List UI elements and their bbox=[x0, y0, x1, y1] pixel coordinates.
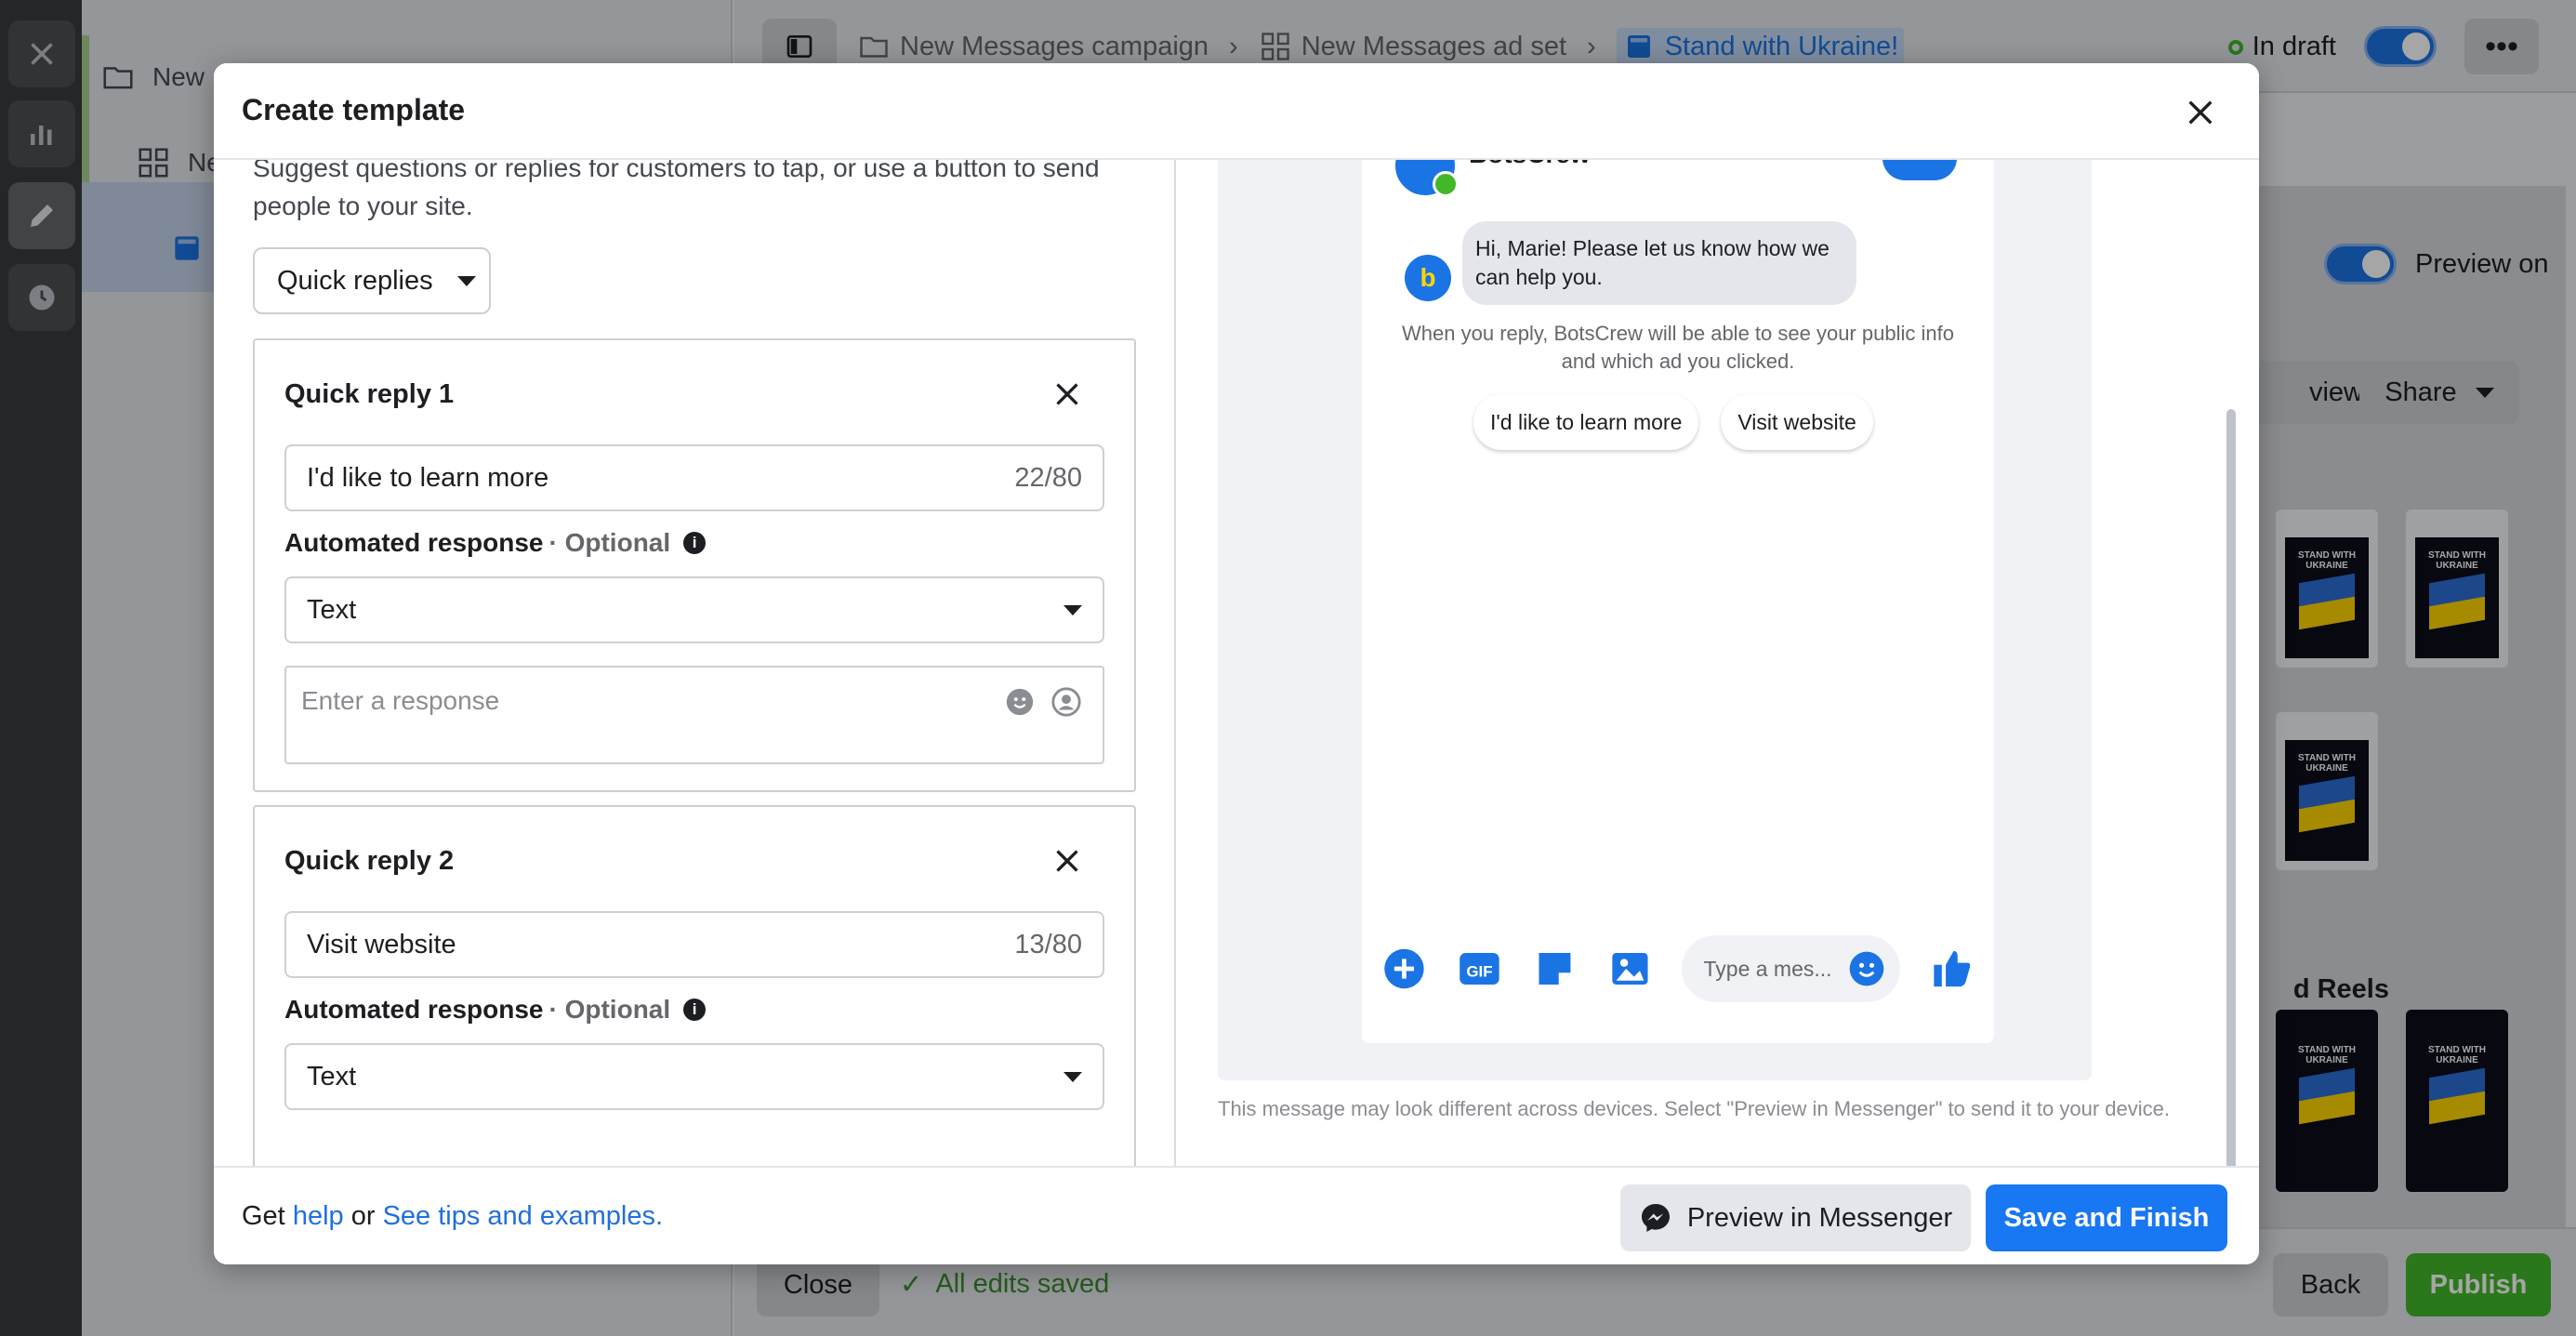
photo-icon[interactable] bbox=[1606, 945, 1654, 993]
help-or: or bbox=[350, 1201, 376, 1231]
optional-tag: · Optional bbox=[548, 995, 671, 1024]
help-prefix: Get bbox=[242, 1201, 285, 1231]
quick-reply-card: Quick reply 2 Visit website 13/80 Automa… bbox=[253, 805, 1136, 1196]
response-type-select[interactable]: Text bbox=[284, 1043, 1104, 1110]
help-link[interactable]: help bbox=[293, 1201, 344, 1231]
response-placeholder: Enter a response bbox=[301, 686, 500, 715]
remove-quick-reply-button[interactable] bbox=[1050, 844, 1084, 878]
message-bubble: Hi, Marie! Please let us know how we can… bbox=[1462, 221, 1856, 305]
response-type-select[interactable]: Text bbox=[284, 576, 1104, 643]
sticker-icon[interactable] bbox=[1531, 945, 1579, 993]
preview-in-messenger-label: Preview in Messenger bbox=[1686, 1202, 1953, 1233]
automated-response-label: Automated response · Optional i bbox=[284, 995, 707, 1025]
phone-preview-background: BotsCrew b Hi, Marie! Please let us know… bbox=[1218, 132, 2092, 1080]
create-template-dialog: Create template Suggest questions or rep… bbox=[214, 63, 2259, 1264]
device-note: This message may look different across d… bbox=[1218, 1097, 2171, 1120]
quick-reply-value: Visit website bbox=[307, 929, 456, 959]
quick-reply-title: Quick reply 2 bbox=[284, 846, 455, 876]
response-textarea[interactable]: Enter a response bbox=[284, 666, 1104, 764]
dialog-title: Create template bbox=[242, 93, 466, 126]
character-counter: 22/80 bbox=[1014, 462, 1082, 493]
reply-type-label: Quick replies bbox=[277, 265, 433, 296]
quick-reply-text-input[interactable]: I'd like to learn more 22/80 bbox=[284, 444, 1104, 511]
emoji-icon[interactable] bbox=[1846, 948, 1887, 989]
messenger-preview-panel: BotsCrew b Hi, Marie! Please let us know… bbox=[1176, 132, 2259, 1229]
plus-icon[interactable] bbox=[1380, 945, 1428, 993]
preview-scrollbar[interactable] bbox=[2226, 409, 2236, 1220]
save-and-finish-button[interactable]: Save and Finish bbox=[1986, 1184, 2227, 1251]
quick-reply-text-input[interactable]: Visit website 13/80 bbox=[284, 911, 1104, 978]
response-type-value: Text bbox=[307, 594, 357, 625]
thumbs-up-icon[interactable] bbox=[1928, 945, 1975, 993]
dialog-close-button[interactable] bbox=[2177, 89, 2224, 136]
optional-tag: · Optional bbox=[548, 528, 671, 557]
close-icon bbox=[2188, 100, 2213, 125]
gif-icon[interactable]: GIF bbox=[1456, 945, 1503, 993]
privacy-disclaimer: When you reply, BotsCrew will be able to… bbox=[1402, 322, 1954, 373]
message-input[interactable]: Type a mes... bbox=[1681, 935, 1901, 1002]
message-input-placeholder: Type a mes... bbox=[1703, 956, 1832, 981]
reply-type-dropdown[interactable]: Quick replies bbox=[253, 247, 491, 314]
quick-reply-value: I'd like to learn more bbox=[307, 462, 549, 493]
character-counter: 13/80 bbox=[1014, 929, 1082, 959]
dialog-footer: Get help or See tips and examples. Previ… bbox=[214, 1166, 2259, 1264]
quick-reply-card: Quick reply 1 I'd like to learn more 22/… bbox=[253, 338, 1136, 792]
remove-quick-reply-button[interactable] bbox=[1050, 377, 1084, 411]
preview-in-messenger-button[interactable]: Preview in Messenger bbox=[1620, 1184, 1971, 1251]
template-form: Suggest questions or replies for custome… bbox=[214, 160, 1176, 1229]
personalization-icon[interactable] bbox=[1050, 686, 1082, 718]
chevron-down-icon bbox=[1063, 604, 1082, 615]
save-and-finish-label: Save and Finish bbox=[2003, 1202, 2210, 1233]
sender-avatar: b bbox=[1405, 255, 1451, 301]
info-icon[interactable]: i bbox=[683, 532, 707, 554]
chevron-down-icon bbox=[456, 275, 476, 286]
message-composer: GIF Type a mes... bbox=[1380, 932, 1975, 1006]
dialog-header: Create template bbox=[214, 63, 2259, 160]
quick-reply-title: Quick reply 1 bbox=[284, 379, 455, 409]
quick-reply-chips: I'd like to learn more Visit website bbox=[1473, 394, 1873, 450]
quick-reply-chip[interactable]: Visit website bbox=[1721, 394, 1873, 450]
intro-text: Suggest questions or replies for custome… bbox=[253, 160, 1100, 220]
help-text: Get help or See tips and examples. bbox=[242, 1201, 663, 1232]
phone-preview: BotsCrew b Hi, Marie! Please let us know… bbox=[1362, 132, 1994, 1043]
automated-response-text: Automated response bbox=[284, 995, 544, 1024]
automated-response-label: Automated response · Optional i bbox=[284, 528, 707, 558]
messenger-icon bbox=[1641, 1204, 1670, 1232]
automated-response-text: Automated response bbox=[284, 528, 544, 557]
tips-link[interactable]: See tips and examples. bbox=[383, 1201, 663, 1231]
response-type-value: Text bbox=[307, 1061, 357, 1091]
gif-label: GIF bbox=[1466, 962, 1492, 980]
chevron-down-icon bbox=[1063, 1071, 1082, 1082]
info-icon[interactable]: i bbox=[683, 999, 707, 1021]
quick-reply-chip[interactable]: I'd like to learn more bbox=[1473, 394, 1699, 450]
emoji-icon[interactable] bbox=[1004, 686, 1036, 718]
